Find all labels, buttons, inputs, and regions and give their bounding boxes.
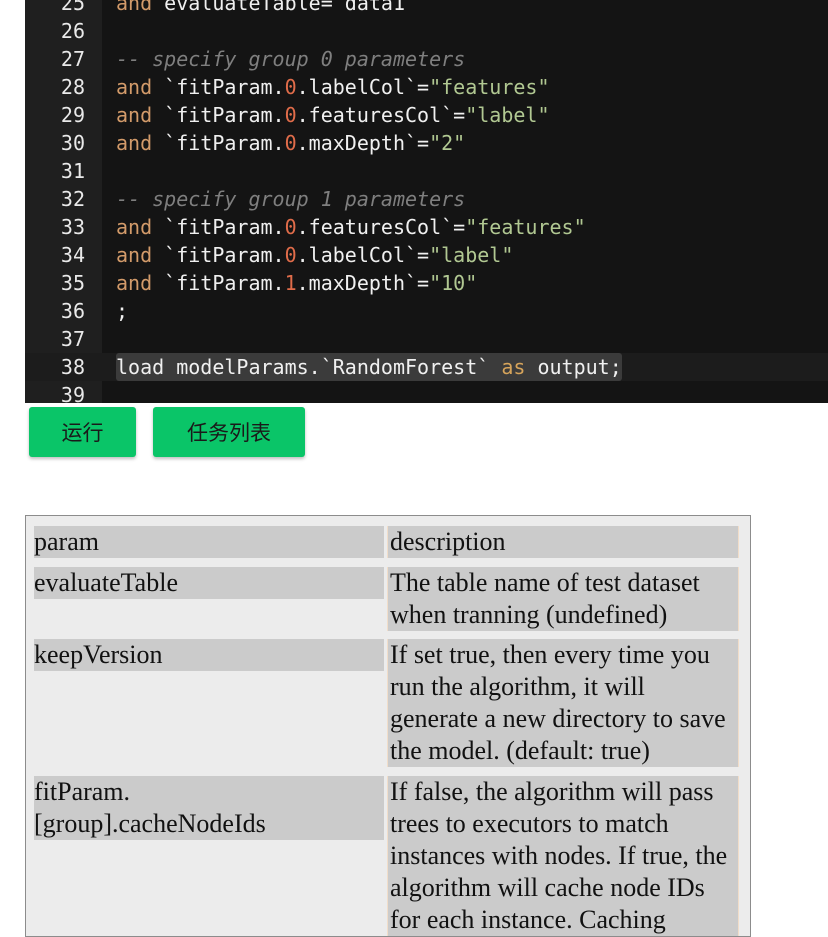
line-number: 35 — [60, 271, 85, 295]
param-description: If set true, then every time you run the… — [390, 640, 726, 765]
code-text[interactable]: and `fitParam.0.maxDepth`="2" — [116, 129, 465, 157]
param-cell: keepVersion — [34, 639, 384, 671]
code-line[interactable]: 29 and `fitParam.0.featuresCol`="label" — [25, 101, 828, 129]
param-name: evaluateTable — [34, 567, 384, 599]
code-line[interactable]: 30 and `fitParam.0.maxDepth`="2" — [25, 129, 828, 157]
description-cell: If false, the algorithm will pass trees … — [387, 776, 739, 936]
param-description: If false, the algorithm will pass trees … — [390, 777, 728, 934]
header-param: param — [34, 526, 384, 558]
code-line[interactable]: 26 — [25, 17, 828, 45]
run-button[interactable]: 运行 — [29, 407, 136, 457]
line-number: 25 — [60, 0, 85, 15]
line-number: 33 — [60, 215, 85, 239]
code-text[interactable]: and `fitParam.0.featuresCol`="label" — [116, 101, 550, 129]
line-number: 26 — [60, 19, 85, 43]
line-number: 30 — [60, 131, 85, 155]
code-text[interactable]: -- specify group 0 parameters — [116, 45, 465, 73]
line-number: 36 — [60, 299, 85, 323]
code-line[interactable]: 36; — [25, 297, 828, 325]
param-name: keepVersion — [34, 639, 384, 671]
param-name: fitParam. [group].cacheNodeIds — [34, 776, 384, 840]
line-number: 27 — [60, 47, 85, 71]
line-number: 32 — [60, 187, 85, 211]
code-line[interactable]: 31 — [25, 157, 828, 185]
task-list-button[interactable]: 任务列表 — [153, 407, 305, 457]
line-number: 38 — [60, 355, 85, 379]
code-editor[interactable]: 25 and evaluateTable= data1 26 27 -- specify… — [25, 0, 828, 403]
param-cell: evaluateTable — [34, 567, 384, 599]
code-line[interactable]: 39 — [25, 381, 828, 403]
code-text[interactable]: and `fitParam.0.labelCol`="features" — [116, 73, 550, 101]
code-line[interactable]: 33 and `fitParam.0.featuresCol`="features… — [25, 213, 828, 241]
code-line[interactable]: 37 — [25, 325, 828, 353]
description-cell: If set true, then every time you run the… — [387, 639, 739, 767]
code-line[interactable]: 32 -- specify group 1 parameters — [25, 185, 828, 213]
code-text[interactable]: ; — [116, 297, 128, 325]
line-number: 28 — [60, 75, 85, 99]
code-text[interactable]: -- specify group 1 parameters — [116, 185, 465, 213]
header-description: description — [390, 527, 506, 556]
line-number: 29 — [60, 103, 85, 127]
line-number: 34 — [60, 243, 85, 267]
code-text[interactable]: and `fitParam.1.maxDepth`="10" — [116, 269, 477, 297]
code-text[interactable]: load modelParams.`RandomForest` as outpu… — [116, 353, 622, 381]
code-line[interactable]: 28 and `fitParam.0.labelCol`="features" — [25, 73, 828, 101]
line-number: 37 — [60, 327, 85, 351]
line-number: 39 — [60, 383, 85, 403]
param-cell: fitParam. [group].cacheNodeIds — [34, 776, 384, 840]
code-text[interactable]: and evaluateTable= data1 — [116, 0, 405, 17]
param-description: The table name of test dataset when tran… — [390, 568, 700, 629]
header-description-cell: description — [387, 526, 739, 558]
description-cell: The table name of test dataset when tran… — [387, 567, 739, 631]
code-line[interactable]: 27 -- specify group 0 parameters — [25, 45, 828, 73]
code-text[interactable]: and `fitParam.0.labelCol`="label" — [116, 241, 513, 269]
line-number: 31 — [60, 159, 85, 183]
code-line[interactable]: 25 and evaluateTable= data1 — [25, 0, 828, 17]
code-text[interactable]: and `fitParam.0.featuresCol`="features" — [116, 213, 586, 241]
header-param-cell: param — [34, 526, 384, 558]
code-line[interactable]: 34 and `fitParam.0.labelCol`="label" — [25, 241, 828, 269]
params-table: param description evaluateTable The tabl… — [25, 515, 751, 937]
code-line[interactable]: 38 load modelParams.`RandomForest` as out… — [25, 353, 828, 381]
code-line[interactable]: 35 and `fitParam.1.maxDepth`="10" — [25, 269, 828, 297]
